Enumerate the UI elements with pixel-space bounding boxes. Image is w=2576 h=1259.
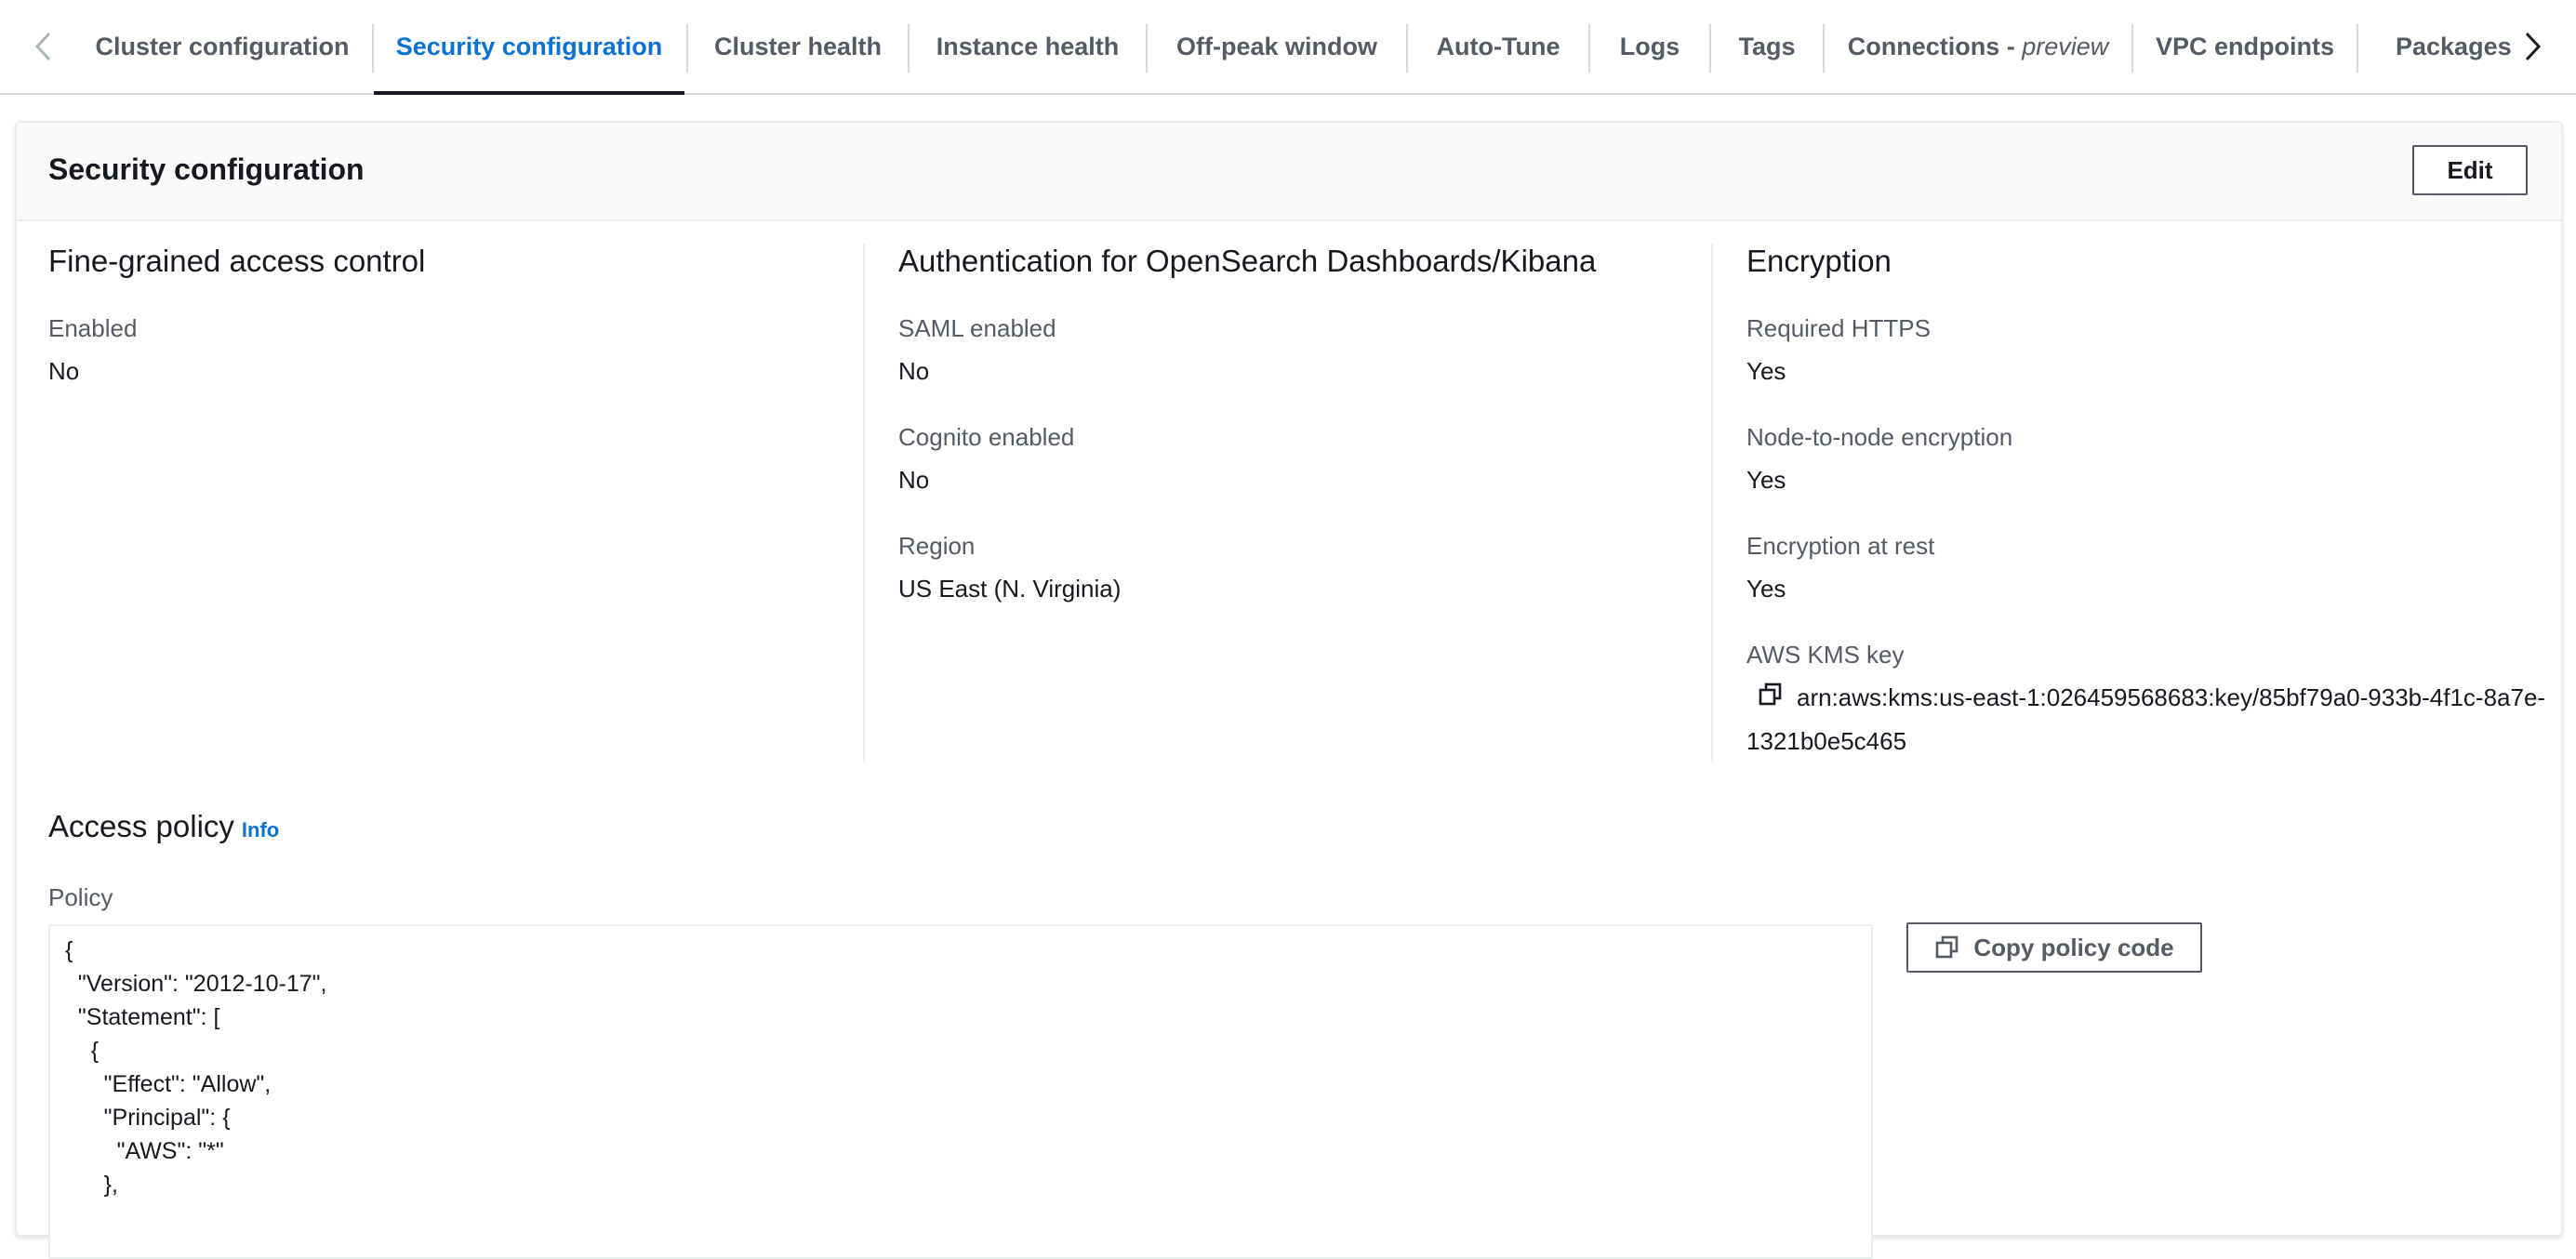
encryption-at-rest-label: Encryption at rest bbox=[1746, 532, 1935, 560]
tab-auto-tune[interactable]: Auto-Tune bbox=[1408, 0, 1588, 93]
tab-instance-health[interactable]: Instance health bbox=[910, 0, 1146, 93]
tab-tags[interactable]: Tags bbox=[1711, 0, 1823, 93]
panel-header: Security configuration Edit bbox=[17, 123, 2561, 221]
edit-button[interactable]: Edit bbox=[2412, 145, 2528, 195]
tab-security-configuration[interactable]: Security configuration bbox=[374, 0, 684, 95]
encryption-column: Encryption bbox=[1746, 244, 1892, 279]
tab-label: VPC endpoints bbox=[2155, 32, 2334, 60]
auth-title: Authentication for OpenSearch Dashboards… bbox=[898, 244, 1597, 278]
tab-cluster-configuration[interactable]: Cluster configuration bbox=[76, 0, 368, 93]
region-label: Region bbox=[898, 532, 976, 560]
encryption-at-rest-value: Yes bbox=[1746, 575, 1786, 603]
column-divider bbox=[863, 244, 865, 762]
fgac-title: Fine-grained access control bbox=[48, 244, 426, 278]
tab-label: Connections - bbox=[1847, 32, 2023, 60]
tab-label: Cluster health bbox=[713, 32, 883, 60]
kms-key-value: arn:aws:kms:us-east-1:026459568683:key/8… bbox=[1746, 683, 2546, 755]
policy-code-box[interactable]: { "Version": "2012-10-17", "Statement": … bbox=[48, 924, 1873, 1259]
fgac-column: Fine-grained access control bbox=[48, 244, 425, 279]
cognito-enabled-label: Cognito enabled bbox=[898, 423, 1075, 451]
policy-label: Policy bbox=[48, 883, 113, 911]
fgac-enabled-value: No bbox=[48, 357, 80, 385]
access-policy-heading: Access policy Info bbox=[48, 809, 279, 844]
tab-bar: Cluster configuration Security configura… bbox=[0, 0, 2576, 95]
tab-label: Security configuration bbox=[395, 32, 663, 60]
tab-vpc-endpoints[interactable]: VPC endpoints bbox=[2133, 0, 2357, 93]
tab-off-peak-window[interactable]: Off-peak window bbox=[1148, 0, 1406, 93]
region-value: US East (N. Virginia) bbox=[898, 575, 1122, 603]
tab-label: Cluster configuration bbox=[95, 32, 350, 60]
access-policy-title: Access policy bbox=[48, 809, 234, 843]
column-divider bbox=[1711, 244, 1713, 762]
saml-enabled-value: No bbox=[898, 357, 930, 385]
copy-policy-code-label: Copy policy code bbox=[1973, 933, 2174, 961]
saml-enabled-label: SAML enabled bbox=[898, 314, 1056, 342]
auth-column: Authentication for OpenSearch Dashboards… bbox=[898, 244, 1596, 279]
security-configuration-panel: Security configuration Edit Fine-grained… bbox=[15, 121, 2563, 1259]
tab-label: Instance health bbox=[936, 32, 1120, 60]
chevron-left-icon bbox=[34, 32, 51, 61]
info-link[interactable]: Info bbox=[242, 818, 279, 842]
tab-label: Auto-Tune bbox=[1436, 32, 1560, 60]
tab-connections-preview[interactable]: Connections - preview bbox=[1825, 0, 2131, 93]
tab-label: Packages bbox=[2396, 32, 2512, 60]
tab-label-suffix: preview bbox=[2022, 32, 2109, 60]
chevron-right-icon bbox=[2525, 32, 2542, 61]
copy-policy-code-button[interactable]: Copy policy code bbox=[1906, 922, 2202, 973]
scroll-tabs-right-button[interactable] bbox=[2500, 0, 2567, 93]
required-https-label: Required HTTPS bbox=[1746, 314, 1931, 342]
encryption-title: Encryption bbox=[1746, 244, 1892, 278]
panel-title: Security configuration bbox=[48, 152, 365, 186]
fgac-enabled-label: Enabled bbox=[48, 314, 138, 342]
copy-icon[interactable] bbox=[1758, 679, 1784, 721]
node-to-node-encryption-label: Node-to-node encryption bbox=[1746, 423, 2013, 451]
tab-cluster-health[interactable]: Cluster health bbox=[688, 0, 908, 93]
kms-key-value-row: arn:aws:kms:us-east-1:026459568683:key/8… bbox=[1746, 677, 2546, 762]
tab-label: Off-peak window bbox=[1176, 32, 1377, 60]
required-https-value: Yes bbox=[1746, 357, 1786, 385]
tab-label: Tags bbox=[1738, 32, 1796, 60]
kms-key-label: AWS KMS key bbox=[1746, 641, 1905, 669]
policy-code: { "Version": "2012-10-17", "Statement": … bbox=[65, 937, 327, 1198]
scroll-tabs-left-button[interactable] bbox=[9, 0, 76, 93]
node-to-node-encryption-value: Yes bbox=[1746, 466, 1786, 494]
copy-icon bbox=[1934, 934, 1960, 961]
tab-logs[interactable]: Logs bbox=[1590, 0, 1709, 93]
cognito-enabled-value: No bbox=[898, 466, 930, 494]
tab-label: Logs bbox=[1619, 32, 1680, 60]
